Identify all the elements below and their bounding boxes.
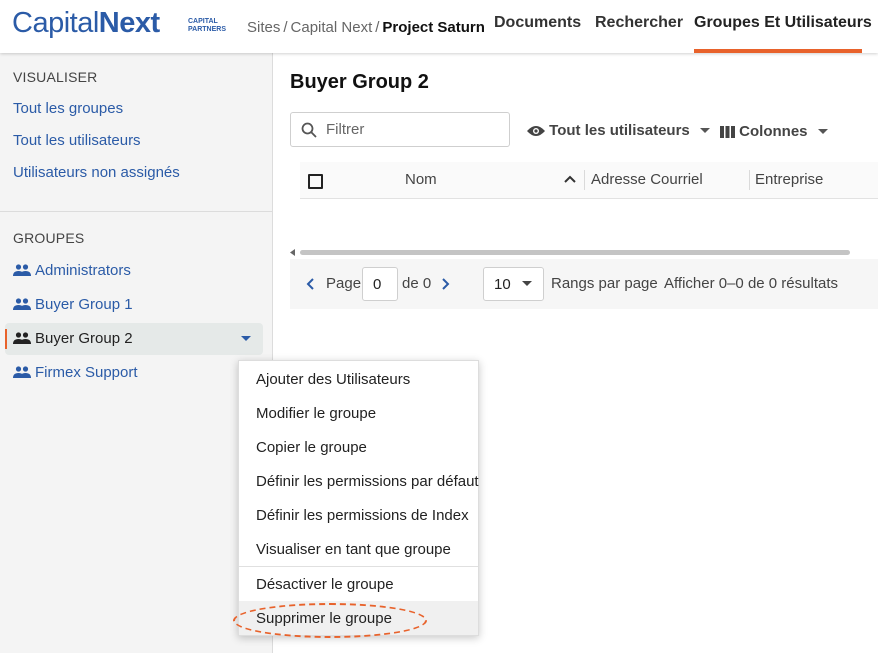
caret-down-icon	[522, 281, 532, 286]
column-divider[interactable]	[749, 170, 750, 190]
table-header: Nom Adresse Courriel Entreprise	[300, 162, 878, 199]
nav-groups-users[interactable]: Groupes Et Utilisateurs	[694, 14, 872, 32]
breadcrumb-current: Project Saturn	[382, 19, 485, 36]
nav-documents[interactable]: Documents	[494, 14, 581, 32]
column-header-company[interactable]: Entreprise	[755, 171, 823, 188]
nav-search[interactable]: Rechercher	[595, 14, 683, 32]
view-heading: VISUALISER	[13, 69, 98, 85]
scroll-left-arrow[interactable]	[290, 249, 296, 256]
menu-item-view-as-group[interactable]: Visualiser en tant que groupe	[239, 532, 478, 566]
capitalnext-logo[interactable]: CapitalNext	[12, 7, 160, 40]
caret-down-icon	[817, 129, 828, 135]
selected-indicator	[5, 329, 7, 349]
page-title: Buyer Group 2	[290, 71, 429, 93]
sidebar-group-firmex-support[interactable]: Firmex Support	[5, 357, 263, 389]
users-icon	[13, 264, 31, 276]
page-size-select[interactable]: 10	[483, 267, 544, 301]
group-label: Buyer Group 2	[35, 330, 133, 347]
sidebar-group-buyer-group-1[interactable]: Buyer Group 1	[5, 289, 263, 321]
horizontal-scrollbar[interactable]	[300, 250, 850, 255]
breadcrumb-project[interactable]: Capital Next	[291, 19, 373, 36]
groups-heading: GROUPES	[13, 230, 85, 246]
pagination-bar: Page 0 de 0 10 Rangs par page Afficher 0…	[290, 259, 878, 309]
menu-item-disable-group[interactable]: Désactiver le groupe	[239, 567, 478, 601]
menu-item-default-permissions[interactable]: Définir les permissions par défaut	[239, 464, 479, 498]
previous-page-icon[interactable]	[306, 278, 314, 290]
page-number-input[interactable]: 0	[362, 267, 398, 301]
group-label: Administrators	[35, 262, 131, 279]
page-count-label: de 0	[402, 275, 432, 292]
users-icon	[13, 298, 31, 310]
active-tab-underline	[694, 49, 862, 53]
menu-item-copy-group[interactable]: Copier le groupe	[239, 430, 478, 464]
caret-down-icon	[699, 128, 710, 134]
menu-item-edit-group[interactable]: Modifier le groupe	[239, 396, 478, 430]
results-summary: Afficher 0–0 de 0 résultats	[664, 275, 838, 292]
caret-down-icon[interactable]	[241, 336, 251, 342]
link-all-users[interactable]: Tout les utilisateurs	[13, 132, 141, 149]
link-all-groups[interactable]: Tout les groupes	[13, 100, 123, 117]
breadcrumb: Sites / Capital Next / Project Saturn	[247, 19, 485, 36]
column-header-name[interactable]: Nom	[405, 171, 437, 188]
columns-button[interactable]: Colonnes	[720, 123, 828, 140]
column-header-email[interactable]: Adresse Courriel	[591, 171, 703, 188]
next-page-icon[interactable]	[442, 278, 450, 290]
group-label: Buyer Group 1	[35, 296, 133, 313]
sidebar-group-administrators[interactable]: Administrators	[5, 255, 263, 287]
users-icon	[13, 366, 31, 378]
rows-per-page-label: Rangs par page	[551, 275, 658, 292]
filter-input[interactable]: Filtrer	[290, 112, 510, 147]
sidebar-group-buyer-group-2[interactable]: Buyer Group 2	[5, 323, 263, 355]
column-divider[interactable]	[584, 170, 585, 190]
menu-item-delete-group[interactable]: Supprimer le groupe	[239, 601, 478, 635]
menu-item-add-users[interactable]: Ajouter des Utilisateurs	[239, 362, 478, 396]
sidebar-divider	[0, 211, 272, 212]
group-label: Firmex Support	[35, 364, 138, 381]
sort-ascending-icon[interactable]	[564, 175, 576, 183]
group-context-menu: Ajouter des Utilisateurs Modifier le gro…	[238, 360, 479, 636]
users-icon	[13, 332, 31, 344]
search-icon	[301, 122, 317, 138]
page-label: Page	[326, 275, 362, 292]
sidebar: VISUALISER Tout les groupes Tout les uti…	[0, 53, 273, 653]
filter-placeholder: Filtrer	[326, 121, 365, 138]
breadcrumb-sites[interactable]: Sites	[247, 19, 280, 36]
columns-icon	[720, 126, 735, 139]
eye-icon	[527, 126, 545, 137]
logo-subtitle: CAPITAL PARTNERS	[188, 18, 226, 33]
link-unassigned-users[interactable]: Utilisateurs non assignés	[13, 164, 180, 181]
view-all-users-dropdown[interactable]: Tout les utilisateurs	[527, 122, 710, 139]
menu-item-index-permissions[interactable]: Définir les permissions de Index	[239, 498, 478, 532]
top-header: CapitalNext CAPITAL PARTNERS Sites / Capit…	[0, 0, 878, 53]
select-all-checkbox[interactable]	[308, 174, 323, 189]
